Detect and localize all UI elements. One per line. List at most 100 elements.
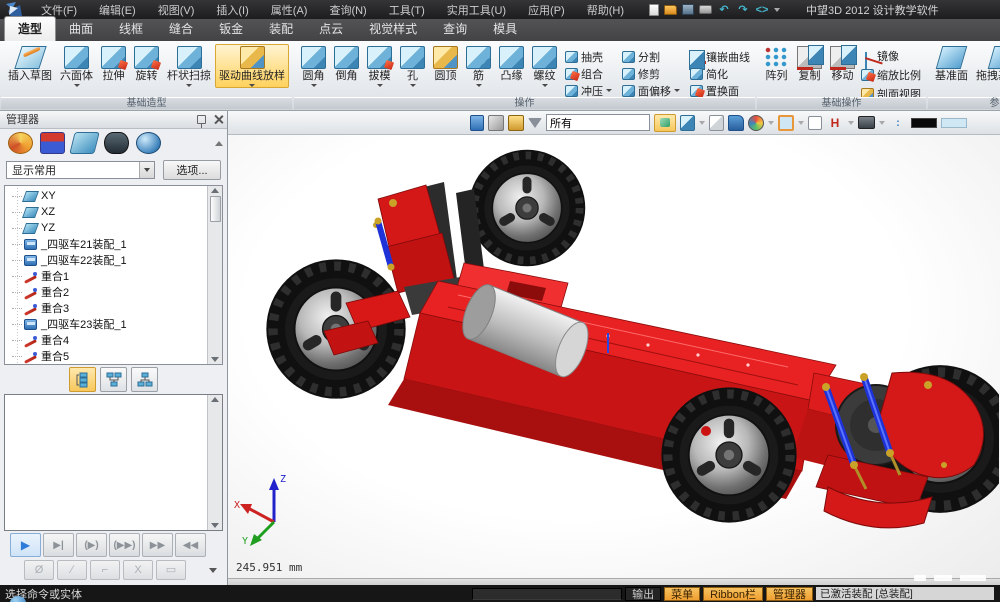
scroll-down-icon[interactable]	[211, 357, 219, 362]
blue-color-swatch[interactable]	[941, 118, 967, 128]
play-to-end-button[interactable]: ▶|	[43, 533, 74, 557]
box-button[interactable]: 六面体	[56, 44, 97, 87]
pin-icon[interactable]	[197, 115, 206, 124]
view-rotate-icon[interactable]	[654, 114, 676, 132]
qat-dropdown-icon[interactable]	[774, 8, 780, 12]
tree-item-xz-plane[interactable]: XZ	[11, 204, 207, 220]
color-dropdown-icon[interactable]	[768, 121, 774, 125]
background-icon[interactable]	[778, 115, 794, 131]
scale-button[interactable]: 缩放比例	[861, 67, 921, 83]
tab-pointcloud[interactable]: 点云	[306, 17, 356, 41]
fillet-button[interactable]: 圆角	[297, 44, 330, 87]
tree-view-button[interactable]	[100, 367, 127, 392]
color-wheel-icon[interactable]	[748, 115, 764, 131]
pattern-button[interactable]: 阵列	[760, 44, 793, 83]
tree-item-constraint[interactable]: 重合3	[11, 300, 207, 316]
options-button[interactable]: 选项...	[163, 160, 221, 180]
dome-button[interactable]: 圆顶	[429, 44, 462, 83]
display-mode-icon[interactable]	[858, 116, 875, 129]
ribbon-toggle-button[interactable]: Ribbon栏	[703, 587, 763, 601]
lip-button[interactable]: 凸缘	[495, 44, 528, 83]
fast-forward-button[interactable]: ▶▶	[142, 533, 173, 557]
move-button[interactable]: 移动	[826, 44, 859, 83]
step-play-button[interactable]: (▶)	[76, 533, 107, 557]
tree-scrollbar[interactable]	[207, 186, 222, 364]
face-pick-icon[interactable]	[508, 115, 524, 131]
display-dropdown-icon[interactable]	[879, 121, 885, 125]
black-color-swatch[interactable]	[911, 118, 937, 128]
view-manager-icon[interactable]	[136, 132, 161, 154]
panel-scroll-up-icon[interactable]	[215, 141, 223, 146]
render-quality-icon[interactable]: :	[889, 115, 907, 131]
macro-icon[interactable]: <>	[755, 3, 769, 16]
open-file-icon[interactable]	[664, 5, 677, 15]
filter-icon[interactable]	[528, 118, 542, 128]
driven-curve-loft-button[interactable]: 驱动曲线放样	[215, 44, 289, 88]
history-manager-icon[interactable]	[8, 132, 33, 154]
hole-button[interactable]: 孔	[396, 44, 429, 87]
scroll-up-icon[interactable]	[211, 397, 219, 402]
tab-heal[interactable]: 缝合	[156, 17, 206, 41]
thread-button[interactable]: 螺纹	[528, 44, 561, 87]
draft-button[interactable]: 拔模	[363, 44, 396, 87]
tab-assembly[interactable]: 装配	[256, 17, 306, 41]
tab-inquire[interactable]: 查询	[430, 17, 480, 41]
datum-plane-button[interactable]: 基准面	[931, 44, 972, 83]
output-toggle-button[interactable]: 输出	[625, 587, 661, 601]
wireframe-view-icon[interactable]	[709, 115, 724, 131]
embed-curve-button[interactable]: 镶嵌曲线	[690, 48, 750, 65]
disabled-tool-button[interactable]: ⌐	[90, 560, 120, 580]
tree-item-constraint[interactable]: 重合2	[11, 284, 207, 300]
tree-item-subassembly[interactable]: _四驱车22装配_1	[11, 252, 207, 268]
combine-button[interactable]: 组合	[565, 65, 612, 82]
visual-manager-icon[interactable]	[104, 132, 129, 154]
pick-filter-icon[interactable]	[470, 115, 484, 131]
manager-toggle-button[interactable]: 管理器	[766, 587, 813, 601]
disabled-tool-button[interactable]: Ø	[24, 560, 54, 580]
tree-item-subassembly[interactable]: _四驱车21装配_1	[11, 236, 207, 252]
simplify-button[interactable]: 简化	[690, 65, 750, 82]
disabled-tool-button[interactable]: ∕	[57, 560, 87, 580]
disabled-tool-button[interactable]: X	[123, 560, 153, 580]
bookmark-dropdown-icon[interactable]	[848, 121, 854, 125]
entity-filter-input[interactable]	[546, 114, 650, 131]
extrude-button[interactable]: 拉伸	[97, 44, 130, 83]
tab-visualstyle[interactable]: 视觉样式	[356, 17, 430, 41]
step-skip-button[interactable]: (▶▶)	[109, 533, 140, 557]
save-file-icon[interactable]	[682, 4, 694, 15]
undo-icon[interactable]: ↶	[717, 3, 731, 16]
row-dropdown-icon[interactable]	[209, 568, 217, 573]
mirror-button[interactable]: 镜像	[861, 48, 921, 64]
play-button[interactable]: ▶	[10, 533, 41, 557]
tab-wireframe[interactable]: 线框	[106, 17, 156, 41]
view-dropdown-icon[interactable]	[699, 121, 705, 125]
disabled-tool-button[interactable]: ▭	[156, 560, 186, 580]
trim-button[interactable]: 修剪	[622, 65, 680, 82]
list-view-button[interactable]	[69, 367, 96, 392]
shade-mode-icon[interactable]	[728, 115, 744, 131]
panel-close-icon[interactable]	[214, 115, 223, 124]
revolve-button[interactable]: 旋转	[130, 44, 163, 83]
scrollbar-thumb[interactable]	[210, 196, 221, 222]
tree-item-subassembly[interactable]: _四驱车23装配_1	[11, 316, 207, 332]
combo-dropdown-icon[interactable]	[139, 162, 154, 178]
curve-pick-icon[interactable]	[488, 115, 504, 131]
assembly-manager-icon[interactable]	[40, 132, 65, 154]
status-input-field[interactable]	[472, 588, 622, 600]
tree-item-yz-plane[interactable]: YZ	[11, 220, 207, 236]
background-dropdown-icon[interactable]	[798, 121, 804, 125]
point-display-icon[interactable]	[808, 116, 822, 130]
rib-button[interactable]: 筋	[462, 44, 495, 87]
rewind-button[interactable]: ◀◀	[175, 533, 206, 557]
insert-sketch-button[interactable]: 插入草图	[4, 44, 56, 83]
tab-surface[interactable]: 曲面	[56, 17, 106, 41]
copy-button[interactable]: 复制	[793, 44, 826, 83]
chamfer-button[interactable]: 倒角	[330, 44, 363, 83]
model-canvas[interactable]: Z X Y 245.951 mm	[228, 135, 1000, 578]
tab-shape[interactable]: 造型	[4, 16, 56, 41]
divide-button[interactable]: 分割	[622, 48, 680, 65]
hierarchy-view-button[interactable]	[131, 367, 158, 392]
menu-help[interactable]: 帮助(H)	[576, 0, 635, 20]
new-file-icon[interactable]	[649, 4, 659, 16]
rod-sweep-button[interactable]: 杆状扫掠	[163, 44, 215, 87]
